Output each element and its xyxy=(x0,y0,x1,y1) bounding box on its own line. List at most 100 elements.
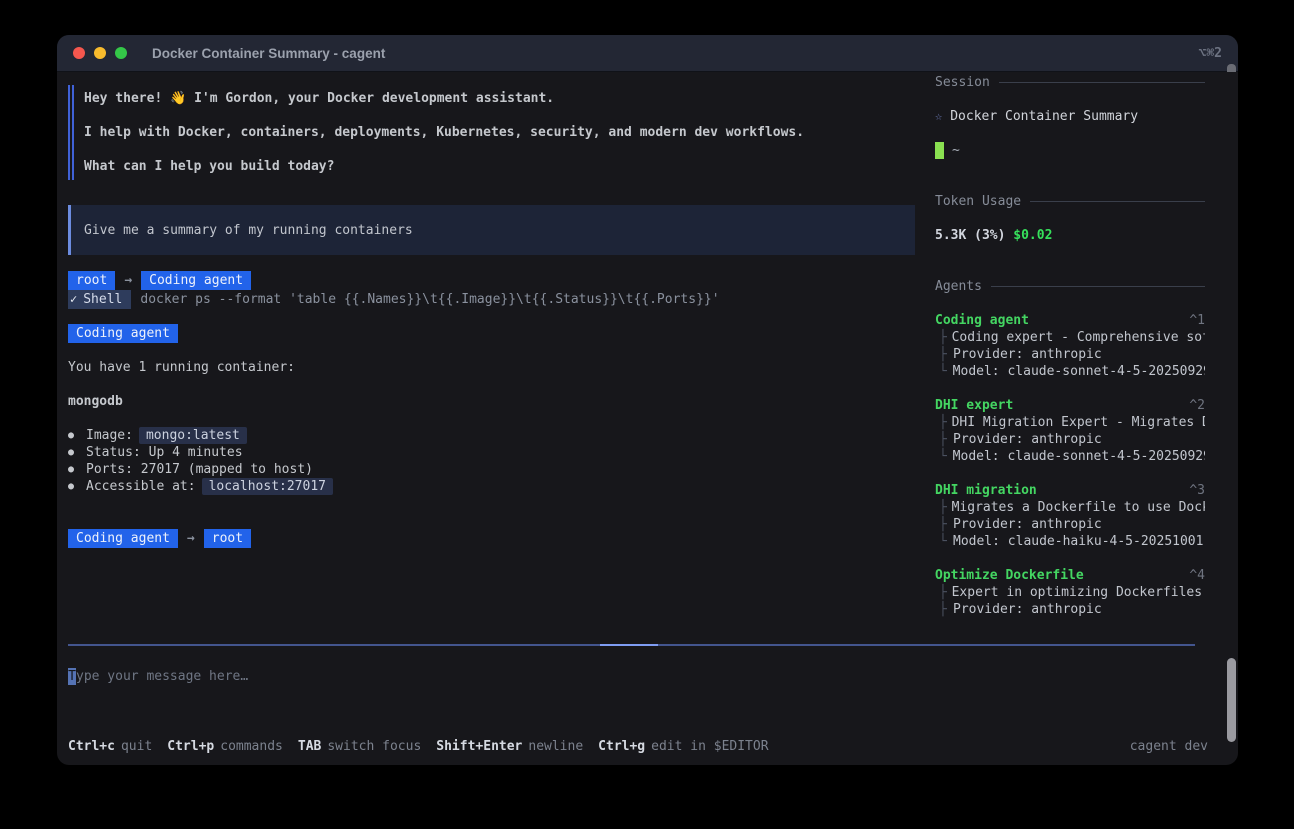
minimize-button[interactable] xyxy=(94,47,106,59)
user-message-text: Give me a summary of my running containe… xyxy=(84,222,413,239)
app-version-label: cagent dev xyxy=(1130,739,1208,754)
shortcut-label: newline xyxy=(528,739,583,754)
tool-call-row: ✓ Shell docker ps --format 'table {{.Nam… xyxy=(68,290,915,309)
header-rule xyxy=(1030,201,1205,202)
agent-hotkey: ^1 xyxy=(1189,312,1205,329)
list-item-ports: ● Ports: 27017 (mapped to host) xyxy=(68,461,915,478)
tree-branch-icon: ├ xyxy=(935,414,952,431)
shortcut-key: Ctrl+g xyxy=(598,739,645,754)
tree-branch-icon: ├ xyxy=(935,516,953,533)
close-button[interactable] xyxy=(73,47,85,59)
shortcut-key: Shift+Enter xyxy=(436,739,522,754)
cursor-block-icon xyxy=(935,142,944,159)
agent-description: Coding expert - Comprehensive softw… xyxy=(952,329,1205,346)
token-usage-section-header: Token Usage xyxy=(935,193,1205,210)
list-item-status: ● Status: Up 4 minutes xyxy=(68,444,915,461)
agent-provider: Provider: anthropic xyxy=(953,431,1102,448)
window-title: Docker Container Summary - cagent xyxy=(152,46,385,61)
window-shortcut-hint: ⌥⌘2 xyxy=(1199,46,1222,61)
agent-badge-coding-agent: Coding agent xyxy=(141,271,251,290)
agent-description: Migrates a Dockerfile to use Docker… xyxy=(952,499,1205,516)
agent-description: Expert in optimizing Dockerfiles fo… xyxy=(952,584,1205,601)
welcome-line: Hey there! 👋 I'm Gordon, your Docker dev… xyxy=(84,90,915,107)
agent-hotkey: ^3 xyxy=(1189,482,1205,499)
inline-code: mongo:latest xyxy=(139,427,247,444)
main-area: Hey there! 👋 I'm Gordon, your Docker dev… xyxy=(57,72,1238,644)
agent-card-optimize-dockerfile[interactable]: Optimize Dockerfile ^4 ├Expert in optimi… xyxy=(935,567,1205,618)
input-divider xyxy=(68,644,1195,646)
session-title-row: ☆ Docker Container Summary xyxy=(935,108,1205,125)
agent-card-dhi-expert[interactable]: DHI expert ^2 ├DHI Migration Expert - Mi… xyxy=(935,397,1205,465)
tree-end-icon: └ xyxy=(935,363,953,380)
section-title: Agents xyxy=(935,278,982,295)
session-title: Docker Container Summary xyxy=(950,108,1138,125)
sidebar: Session ☆ Docker Container Summary ~ Tok… xyxy=(935,72,1205,644)
bullet-icon: ● xyxy=(68,461,86,478)
agent-provider: Provider: anthropic xyxy=(953,346,1102,363)
welcome-line: What can I help you build today? xyxy=(84,158,915,175)
tree-branch-icon: ├ xyxy=(935,601,953,618)
header-rule xyxy=(999,82,1205,83)
header-rule xyxy=(991,286,1205,287)
shell-tool-badge: ✓ Shell xyxy=(68,290,131,309)
list-item-label: Accessible at: xyxy=(86,478,196,495)
shortcut-label: commands xyxy=(220,739,283,754)
traffic-lights xyxy=(73,47,127,59)
titlebar: Docker Container Summary - cagent ⌥⌘2 xyxy=(57,35,1238,72)
agent-name: Coding agent xyxy=(935,312,1029,329)
scrollbar-thumb[interactable] xyxy=(1227,658,1236,742)
tree-branch-icon: ├ xyxy=(935,329,952,346)
chat-pane: Hey there! 👋 I'm Gordon, your Docker dev… xyxy=(68,72,915,644)
check-icon: ✓ xyxy=(70,291,77,308)
tool-name: Shell xyxy=(83,291,122,308)
bullet-icon: ● xyxy=(68,478,86,495)
star-icon: ☆ xyxy=(935,108,942,125)
agent-model: Model: claude-sonnet-4-5-20250929 xyxy=(953,363,1205,380)
list-item-label: Ports: 27017 (mapped to host) xyxy=(86,461,313,478)
shortcut-edit-editor: Ctrl+gedit in $EDITOR xyxy=(598,739,768,754)
scrollbar-track-top[interactable] xyxy=(1227,64,1236,72)
agent-hotkey: ^2 xyxy=(1189,397,1205,414)
response-agent-badge-row: Coding agent xyxy=(68,324,915,343)
tool-command: docker ps --format 'table {{.Names}}\t{{… xyxy=(140,291,719,308)
shortcut-key: TAB xyxy=(298,739,321,754)
response-intro: You have 1 running container: xyxy=(68,359,915,376)
shortcut-label: switch focus xyxy=(327,739,421,754)
section-title: Session xyxy=(935,74,990,91)
agent-provider: Provider: anthropic xyxy=(953,601,1102,618)
tree-branch-icon: ├ xyxy=(935,346,953,363)
user-message: Give me a summary of my running containe… xyxy=(68,205,915,255)
agent-name: DHI migration xyxy=(935,482,1037,499)
list-item-label: Status: Up 4 minutes xyxy=(86,444,243,461)
text-cursor: T xyxy=(68,668,76,685)
bullet-icon: ● xyxy=(68,444,86,461)
inline-code: localhost:27017 xyxy=(202,478,333,495)
container-name: mongodb xyxy=(68,393,915,410)
agent-card-coding-agent[interactable]: Coding agent ^1 ├Coding expert - Compreh… xyxy=(935,312,1205,380)
session-section-header: Session xyxy=(935,74,1205,91)
agent-description: DHI Migration Expert - Migrates Doc… xyxy=(952,414,1205,431)
tree-branch-icon: ├ xyxy=(935,431,953,448)
tree-branch-icon: ├ xyxy=(935,499,952,516)
input-placeholder: ype your message here… xyxy=(76,669,248,684)
agent-badge-root: root xyxy=(204,529,251,548)
shortcut-key: Ctrl+p xyxy=(167,739,214,754)
token-usage-value: 5.3K (3%) $0.02 xyxy=(935,227,1205,244)
shortcut-newline: Shift+Enter newline xyxy=(436,739,583,754)
shortcut-label: quit xyxy=(121,739,152,754)
zoom-button[interactable] xyxy=(115,47,127,59)
tree-end-icon: └ xyxy=(935,448,953,465)
agents-section-header: Agents xyxy=(935,278,1205,295)
shortcut-key: Ctrl+c xyxy=(68,739,115,754)
session-path: ~ xyxy=(952,142,960,159)
welcome-line: I help with Docker, containers, deployme… xyxy=(84,124,915,141)
session-cwd-row: ~ xyxy=(935,142,1205,159)
message-input[interactable]: Type your message here… xyxy=(57,646,1238,735)
shortcut-quit: Ctrl+c quit xyxy=(68,739,152,754)
tree-end-icon: └ xyxy=(935,533,953,550)
agent-handoff-in: root → Coding agent xyxy=(68,271,915,290)
agent-name: DHI expert xyxy=(935,397,1013,414)
agent-handoff-out: Coding agent → root xyxy=(68,529,915,548)
list-item-label: Image: xyxy=(86,427,133,444)
agent-card-dhi-migration[interactable]: DHI migration ^3 ├Migrates a Dockerfile … xyxy=(935,482,1205,550)
